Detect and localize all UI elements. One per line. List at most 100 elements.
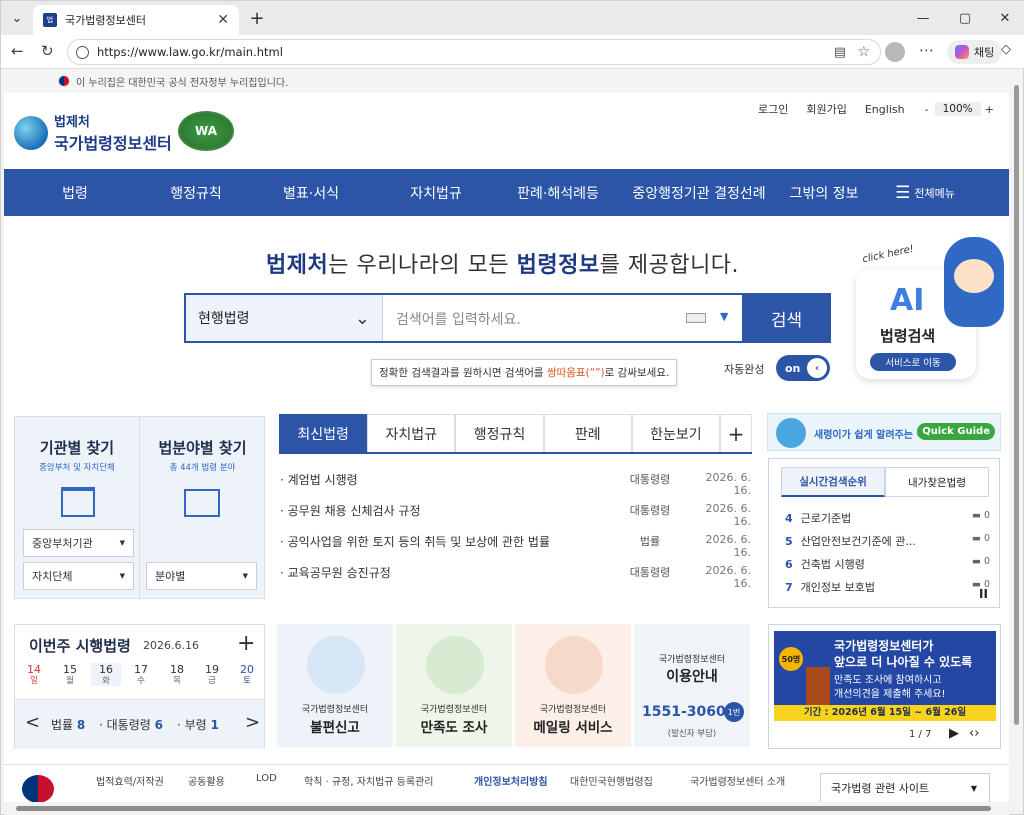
tab-latest-laws[interactable]: 최신법령 <box>279 414 368 452</box>
rank-row[interactable]: 5 산업안전보건기준에 관... ▬ 0 <box>785 533 990 549</box>
day-sun[interactable]: 14 일 <box>19 663 49 686</box>
back-icon[interactable]: ← <box>11 42 24 60</box>
gnb-precedents[interactable]: 판례·해석례등 <box>496 183 620 203</box>
gnb-agency-decisions[interactable]: 중앙행정기관 결정선례 <box>620 183 778 203</box>
login-link[interactable]: 로그인 <box>758 101 788 117</box>
footer-link-lawbook[interactable]: 대한민국현행법령집 <box>570 773 653 788</box>
rank-law-name: 산업안전보건기준에 관... <box>800 535 916 548</box>
autocomplete-toggle[interactable]: on ‹ <box>776 355 830 381</box>
tab-realtime-rank[interactable]: 실시간검색순위 <box>781 467 885 497</box>
day-tue-selected[interactable]: 16 화 <box>91 663 121 687</box>
footer-link-lod[interactable]: LOD <box>256 773 277 784</box>
org-find-subtitle: 중앙부처 및 자치단체 <box>39 463 115 473</box>
promo-nav-icon[interactable]: ‹› <box>969 726 979 741</box>
day-thu[interactable]: 18 목 <box>162 663 192 686</box>
mailing-card[interactable]: 국가법령정보센터 메일링 서비스 <box>515 624 631 747</box>
gnb-admin-rules[interactable]: 행정규칙 <box>146 183 246 203</box>
rank-change-value: 0 <box>983 510 990 521</box>
rank-row[interactable]: 7 개인정보 보호법 ▬ 0 <box>785 579 990 595</box>
chevron-down-icon: ▼ <box>970 783 977 793</box>
minimize-button[interactable]: — <box>911 7 935 29</box>
org-select[interactable]: 중앙부처기관 <box>23 529 134 557</box>
favorite-star-icon[interactable]: ☆ <box>857 44 870 60</box>
day-fri[interactable]: 19 금 <box>197 663 227 686</box>
browser-tab[interactable]: 법 국가법령정보센터 ✕ <box>33 5 239 35</box>
search-input[interactable]: 검색어를 입력하세요. <box>396 309 521 329</box>
copilot-chat-button[interactable]: 채팅 <box>947 40 1003 64</box>
mascot-mini-icon <box>776 418 806 448</box>
ministry-decree-count[interactable]: · 부령 1 <box>177 716 219 733</box>
tab-precedents[interactable]: 판례 <box>543 414 632 452</box>
tab-admin-rules[interactable]: 행정규칙 <box>455 414 544 452</box>
scroll-thumb[interactable] <box>1014 85 1019 725</box>
more-menu-icon[interactable]: ⋯ <box>919 41 934 59</box>
pause-button[interactable]: II <box>979 587 988 601</box>
footer: 법적효력/저작권 공동활용 LOD 학칙 · 규정, 자치법규 등록관리 개인정… <box>4 764 1009 802</box>
quick-guide-banner[interactable]: 새령이가 쉽게 알려주는 국법 Quick Guide <box>767 413 1001 451</box>
scroll-thumb[interactable] <box>16 806 991 811</box>
footer-link-privacy[interactable]: 개인정보처리방침 <box>474 773 548 788</box>
day-sat[interactable]: 20 토 <box>232 663 262 686</box>
url-field[interactable]: https://www.law.go.kr/main.html ▤ ☆ <box>67 39 881 65</box>
week-next-button[interactable]: > <box>245 712 260 733</box>
related-site-select[interactable]: 국가법령 관련 사이트 ▼ <box>820 773 990 802</box>
local-gov-select[interactable]: 자치단체 <box>23 562 134 590</box>
news-row[interactable]: · 교육공무원 승진규정 대통령령 2026. 6. 16. <box>280 564 752 590</box>
footer-link-copyright[interactable]: 법적효력/저작권 <box>96 773 164 788</box>
zoom-in-button[interactable]: + <box>985 103 994 116</box>
join-link[interactable]: 회원가입 <box>806 101 846 117</box>
news-category: 대통령령 <box>629 566 671 579</box>
tab-close-icon[interactable]: ✕ <box>217 12 229 28</box>
field-select[interactable]: 분야별 <box>146 562 257 590</box>
news-row[interactable]: · 공무원 채용 신체검사 규정 대통령령 2026. 6. 16. <box>280 502 752 528</box>
ai-service-button[interactable]: 서비스로 이동 <box>870 353 956 371</box>
new-tab-button[interactable]: + <box>245 7 269 29</box>
news-date: 2026. 6. 16. <box>705 533 751 559</box>
gnb-forms[interactable]: 별표·서식 <box>246 183 376 203</box>
window-close-button[interactable]: ✕ <box>993 7 1017 29</box>
site-info-icon[interactable] <box>76 45 89 59</box>
vertical-scrollbar[interactable] <box>1009 69 1023 802</box>
survey-card[interactable]: 국가법령정보센터 만족도 조사 <box>396 624 512 747</box>
footer-link-about[interactable]: 국가법령정보센터 소개 <box>690 773 785 788</box>
footer-link-register[interactable]: 학칙 · 규정, 자치법규 등록관리 <box>304 773 433 788</box>
reader-icon[interactable]: ▤ <box>834 45 846 60</box>
week-more-button[interactable]: + <box>237 631 255 656</box>
all-menu-button[interactable]: ☰ 전체메뉴 <box>870 183 980 203</box>
dropdown-arrow-icon[interactable]: ▼ <box>720 310 728 323</box>
complaint-card[interactable]: 국가법령정보센터 불편신고 <box>277 624 393 747</box>
promo-banner[interactable]: 50명 국가법령정보센터가 앞으로 더 나아질 수 있도록 만족도 조사에 참여… <box>768 624 1001 749</box>
search-button[interactable]: 검색 <box>742 295 831 341</box>
sidebar-expand-icon[interactable]: ◇ <box>1001 42 1011 57</box>
reload-icon[interactable]: ↻ <box>41 42 54 60</box>
promo-play-icon[interactable]: ▶ <box>949 726 959 741</box>
gnb-local-laws[interactable]: 자치법규 <box>376 183 496 203</box>
search-scope-select[interactable]: 현행법령 ⌄ <box>186 295 383 341</box>
gnb-other-info[interactable]: 그밖의 정보 <box>778 183 870 203</box>
tab-overview[interactable]: 한눈보기 <box>631 414 721 452</box>
site-logo[interactable]: 법제처 국가법령정보센터 <box>14 111 172 154</box>
rank-row[interactable]: 6 건축법 시행령 ▬ 0 <box>785 556 990 572</box>
zoom-out-button[interactable]: - <box>925 103 929 116</box>
keyboard-icon[interactable] <box>686 313 706 323</box>
rank-row[interactable]: 4 근로기준법 ▬ 0 <box>785 510 990 526</box>
horizontal-scrollbar[interactable] <box>4 802 1009 815</box>
maximize-button[interactable]: ▢ <box>953 7 977 29</box>
law-count[interactable]: 법률 8 <box>51 716 85 733</box>
gnb-law[interactable]: 법령 <box>4 183 146 203</box>
day-wed[interactable]: 17 수 <box>126 663 156 686</box>
week-prev-button[interactable]: < <box>25 712 40 733</box>
search-tip: 정확한 검색결과를 원하시면 검색어를 쌍따옴표(“”)로 감싸보세요. <box>371 359 678 386</box>
profile-avatar[interactable] <box>885 42 905 62</box>
english-link[interactable]: English <box>865 103 905 116</box>
news-more-button[interactable]: + <box>720 414 753 452</box>
tab-local-laws[interactable]: 자치법규 <box>367 414 456 452</box>
news-row[interactable]: · 공익사업을 위한 토지 등의 취득 및 보상에 관한 법률 법률 2026. 6… <box>280 533 752 559</box>
day-mon[interactable]: 15 월 <box>55 663 85 686</box>
footer-link-share[interactable]: 공동활용 <box>188 773 225 788</box>
pres-decree-count[interactable]: · 대통령령 6 <box>99 716 163 733</box>
law-count-label: 법률 <box>51 718 74 732</box>
news-row[interactable]: · 계엄법 시행령 대통령령 2026. 6. 16. <box>280 471 752 497</box>
tab-list-button[interactable]: ⌄ <box>5 7 29 29</box>
tab-my-laws[interactable]: 내가찾은법령 <box>885 467 989 497</box>
